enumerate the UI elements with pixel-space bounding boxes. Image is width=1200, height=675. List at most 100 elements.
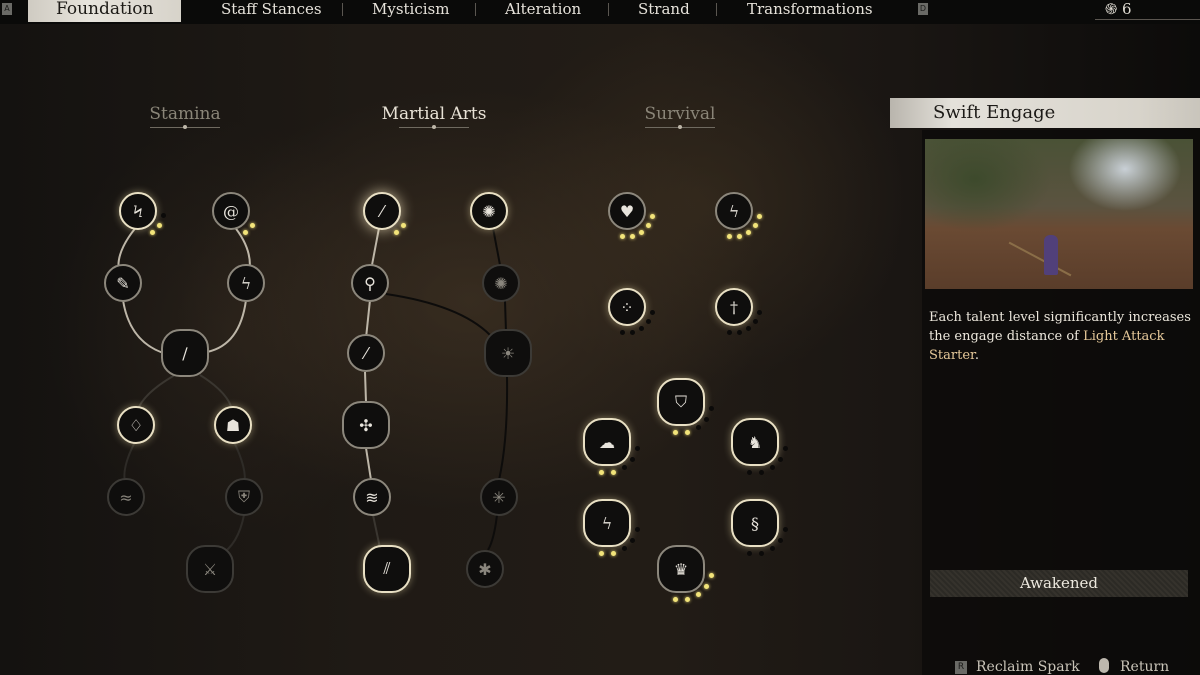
web-icon: ✱: [478, 559, 492, 579]
lightning-rune-icon: ϟ: [601, 513, 613, 533]
talent-node-survival[interactable]: ϟ: [715, 192, 753, 230]
level-pip: [778, 537, 784, 543]
level-pip: [758, 469, 764, 475]
connector: [372, 514, 381, 549]
level-pip: [704, 416, 710, 422]
thrust-icon: ⁄: [364, 343, 368, 363]
talent-node-stamina[interactable]: ✎: [104, 264, 142, 302]
level-pip: [778, 456, 784, 462]
level-pip: [634, 526, 640, 532]
sparks-count: 6: [1122, 0, 1132, 18]
connector: [371, 227, 380, 266]
shield-crest-icon: ⛉: [674, 392, 687, 411]
talent-node-stamina[interactable]: ∕: [161, 329, 209, 377]
sparks-underline: [1095, 19, 1200, 20]
staff-strike-icon: ⁄: [380, 201, 384, 221]
claws-icon: ≋: [365, 487, 379, 507]
level-pip: [401, 222, 407, 228]
level-pip: [684, 596, 690, 602]
level-pip: [782, 526, 788, 532]
talent-node-martial-arts[interactable]: ✺: [470, 192, 508, 230]
talent-node-stamina[interactable]: ϟ: [227, 264, 265, 302]
talent-node-stamina[interactable]: ⚔: [186, 545, 234, 593]
talent-node-survival[interactable]: ♛: [657, 545, 705, 593]
talent-node-stamina[interactable]: @: [212, 192, 250, 230]
level-pip: [621, 465, 627, 471]
lightning-icon: ϟ: [728, 201, 740, 221]
level-pip: [250, 222, 256, 228]
droplet-icon: ♢: [128, 415, 144, 435]
level-pip: [708, 405, 714, 411]
scroll-icon: ✎: [116, 273, 130, 293]
sparks-counter: ֍ 6: [1105, 0, 1132, 18]
talent-node-martial-arts[interactable]: ⁄: [347, 334, 385, 372]
talent-node-survival[interactable]: †: [715, 288, 753, 326]
connector: [365, 299, 371, 339]
talent-node-survival[interactable]: ϟ: [583, 499, 631, 547]
talent-node-survival[interactable]: ☁: [583, 418, 631, 466]
talent-node-stamina[interactable]: Ϟ: [119, 192, 157, 230]
talent-node-stamina[interactable]: ♢: [117, 406, 155, 444]
reclaim-spark-button[interactable]: Reclaim Spark: [976, 659, 1080, 675]
spark-dim-icon: ✳: [492, 487, 506, 507]
level-pip: [736, 233, 742, 239]
eye-sun-icon: ☀: [500, 343, 516, 363]
connector: [504, 300, 507, 333]
talent-node-survival[interactable]: ♥: [608, 192, 646, 230]
return-button[interactable]: Return: [1120, 659, 1169, 675]
level-pip: [736, 329, 742, 335]
level-pip: [630, 456, 636, 462]
detail-description: Each talent level significantly increase…: [929, 308, 1191, 365]
level-pip: [708, 572, 714, 578]
cloud-icon: ☁: [599, 432, 615, 452]
level-pip: [769, 465, 775, 471]
talent-node-martial-arts[interactable]: ☀: [484, 329, 532, 377]
wind-icon: ϟ: [240, 273, 252, 293]
level-pip: [782, 445, 788, 451]
level-pip: [695, 592, 701, 598]
status-awakened-badge: Awakened: [930, 570, 1188, 597]
guard-figure-icon: ☗: [225, 415, 241, 435]
talent-node-martial-arts[interactable]: ⁄: [363, 192, 401, 230]
level-pip: [621, 546, 627, 552]
talent-node-martial-arts[interactable]: ✣: [342, 401, 390, 449]
talent-node-martial-arts[interactable]: ✳: [480, 478, 518, 516]
level-pip: [769, 546, 775, 552]
shield-figure-icon: ⛨: [237, 487, 250, 506]
talent-node-survival[interactable]: ⛉: [657, 378, 705, 426]
connector: [206, 299, 247, 353]
description-text: .: [974, 348, 979, 363]
connector: [487, 514, 498, 551]
level-pip: [629, 233, 635, 239]
next-tab-key[interactable]: D: [918, 3, 928, 15]
talent-node-martial-arts[interactable]: ≋: [353, 478, 391, 516]
level-pip: [649, 309, 655, 315]
burst-dim-icon: ✺: [494, 273, 508, 293]
dragon-head-icon: §: [751, 513, 759, 533]
talent-node-stamina[interactable]: ≈: [107, 478, 145, 516]
shuriken-icon: ✣: [359, 415, 373, 435]
staff-swirl-icon: ∕: [182, 343, 188, 363]
level-pip: [157, 222, 163, 228]
talent-node-stamina[interactable]: ☗: [214, 406, 252, 444]
level-pip: [704, 583, 710, 589]
talent-preview-image: [925, 139, 1193, 289]
level-pip: [758, 550, 764, 556]
talent-node-stamina[interactable]: ⛨: [225, 478, 263, 516]
talent-node-martial-arts[interactable]: ✱: [466, 550, 504, 588]
dragon-icon: ≈: [119, 487, 133, 507]
talent-node-martial-arts[interactable]: ⚲: [351, 264, 389, 302]
connector: [498, 376, 509, 481]
talent-node-martial-arts[interactable]: ✺: [482, 264, 520, 302]
dash-icon: Ϟ: [133, 201, 143, 221]
connector: [365, 447, 372, 481]
talent-node-martial-arts[interactable]: ⫽: [363, 545, 411, 593]
talent-node-survival[interactable]: ⁘: [608, 288, 646, 326]
level-pip: [610, 550, 616, 556]
connector: [385, 293, 491, 336]
talent-node-survival[interactable]: §: [731, 499, 779, 547]
heart-icon: ♥: [619, 201, 635, 221]
staff-spin-icon: ⚲: [364, 273, 376, 293]
spark-swirl-icon: ֍: [1105, 0, 1118, 18]
talent-node-survival[interactable]: ♞: [731, 418, 779, 466]
